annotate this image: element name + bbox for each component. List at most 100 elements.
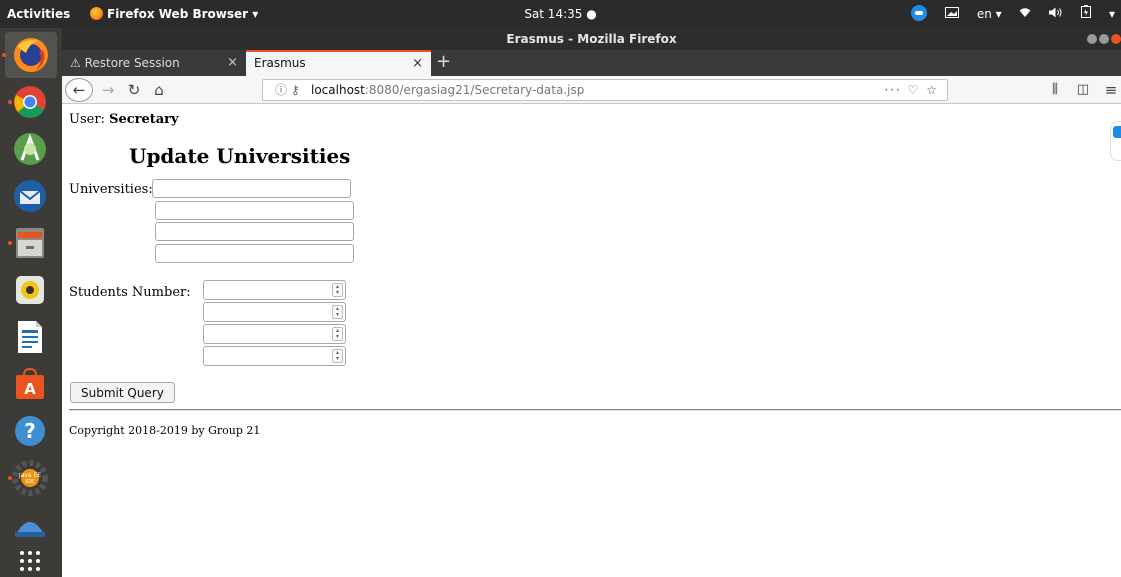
top-bar: Activities Firefox Web Browser ▾ Sat 14:…: [0, 0, 1121, 28]
svg-text:IDE: IDE: [25, 479, 35, 485]
dock-firefox[interactable]: [2, 32, 57, 78]
navigation-toolbar: ← → ↻ ⌂ ⓘ ⚷ localhost:8080/ergasiag21/Se…: [62, 76, 1121, 104]
dock-chrome[interactable]: [7, 79, 53, 125]
library-icon[interactable]: ⫼: [1045, 78, 1065, 102]
new-tab-button[interactable]: +: [436, 50, 451, 76]
show-apps-icon: [20, 551, 40, 571]
wifi-icon[interactable]: [1019, 0, 1031, 28]
url-path: :8080/ergasiag21/Secretary-data.jsp: [364, 83, 585, 97]
svg-text:Java EE: Java EE: [18, 472, 41, 479]
tab-restore-session[interactable]: ⚠ Restore Session ×: [62, 50, 246, 76]
app-menu-label: Firefox Web Browser ▾: [107, 7, 259, 21]
window-titlebar: Erasmus - Mozilla Firefox: [62, 28, 1121, 50]
students-number-input-3[interactable]: ▴ ▾: [203, 324, 346, 344]
forward-button[interactable]: →: [98, 78, 118, 102]
clock[interactable]: Sat 14:35 ●: [524, 7, 596, 21]
dock-software-center[interactable]: A: [7, 361, 53, 407]
info-icon[interactable]: ⓘ: [275, 83, 287, 97]
reload-button[interactable]: ↻: [124, 78, 144, 102]
java-ee-ide-icon: Java EE IDE: [12, 460, 48, 496]
firefox-mini-icon: [90, 7, 103, 20]
tab-label: Erasmus: [254, 56, 306, 70]
network-drive-icon: [15, 522, 45, 537]
firefox-icon: [14, 38, 48, 72]
url-text: localhost:8080/ergasiag21/Secretary-data…: [311, 80, 584, 100]
app-menu[interactable]: Firefox Web Browser ▾: [90, 0, 258, 28]
maximize-button[interactable]: [1099, 34, 1109, 44]
battery-icon[interactable]: [1081, 0, 1092, 28]
students-number-input-2[interactable]: ▴ ▾: [203, 302, 346, 322]
tab-label: Restore Session: [84, 56, 180, 70]
university-input-3[interactable]: [155, 222, 354, 241]
dock-java-ee-ide[interactable]: Java EE IDE: [7, 455, 53, 501]
dock-writer[interactable]: [7, 314, 53, 360]
display-icon[interactable]: [945, 0, 959, 28]
copyright-footer: Copyright 2018-2019 by Group 21: [69, 424, 261, 437]
university-input-4[interactable]: [155, 244, 354, 263]
writer-icon: [18, 321, 42, 353]
menu-arrow-icon[interactable]: ▾: [1109, 0, 1115, 28]
running-indicator: [8, 476, 12, 480]
running-indicator: [2, 53, 6, 57]
window-title: Erasmus - Mozilla Firefox: [506, 32, 677, 46]
language-indicator[interactable]: en ▾: [977, 0, 1002, 28]
university-input-1[interactable]: [152, 179, 351, 198]
warning-icon: ⚠: [70, 56, 81, 70]
help-icon: ?: [15, 416, 45, 446]
firefox-window: Erasmus - Mozilla Firefox ⚠ Restore Sess…: [62, 28, 1121, 577]
page-content: User: Secretary Update Universities Univ…: [62, 104, 1121, 577]
permissions-key-icon[interactable]: ⚷: [291, 83, 300, 97]
close-tab-button[interactable]: ×: [412, 52, 423, 75]
spinner-icon[interactable]: ▴ ▾: [332, 283, 343, 297]
hamburger-menu-icon[interactable]: ≡: [1101, 78, 1121, 102]
dock-files[interactable]: [7, 220, 53, 266]
dock-rhythmbox[interactable]: [7, 267, 53, 313]
rhythmbox-icon: [16, 276, 44, 304]
home-button[interactable]: ⌂: [148, 78, 170, 102]
user-name: Secretary: [109, 112, 179, 127]
chrome-icon: [14, 86, 46, 118]
user-label: User:: [69, 112, 105, 127]
files-icon: [16, 228, 44, 258]
dock-show-apps[interactable]: [7, 538, 53, 577]
dock-help[interactable]: ?: [7, 408, 53, 454]
running-indicator: [8, 100, 12, 104]
tab-erasmus[interactable]: Erasmus ×: [246, 50, 431, 76]
sidebar-icon[interactable]: ◫: [1073, 78, 1093, 102]
svg-text:?: ?: [24, 419, 36, 443]
spinner-icon[interactable]: ▴ ▾: [332, 327, 343, 341]
volume-icon[interactable]: [1049, 0, 1063, 28]
system-tray: en ▾ ▾: [904, 0, 1117, 28]
url-host: localhost: [311, 83, 365, 97]
close-tab-button[interactable]: ×: [227, 50, 238, 76]
teamviewer-side-icon: [1113, 126, 1121, 138]
teamviewer-icon[interactable]: [911, 5, 928, 21]
svg-text:A: A: [24, 380, 36, 398]
submit-query-button[interactable]: Submit Query: [70, 382, 175, 403]
university-input-2[interactable]: [155, 201, 354, 220]
thunderbird-icon: [14, 180, 46, 212]
software-center-icon: A: [16, 367, 44, 399]
horizontal-divider: [69, 409, 1121, 411]
minimize-button[interactable]: [1087, 34, 1097, 44]
activities-button[interactable]: Activities: [7, 0, 70, 28]
students-number-input-1[interactable]: ▴ ▾: [203, 280, 346, 300]
spinner-icon[interactable]: ▴ ▾: [332, 349, 343, 363]
page-title: Update Universities: [129, 144, 351, 168]
running-indicator: [8, 241, 12, 245]
spinner-icon[interactable]: ▴ ▾: [332, 305, 343, 319]
android-studio-icon: [14, 133, 46, 165]
dock-android-studio[interactable]: [7, 126, 53, 172]
students-number-input-4[interactable]: ▴ ▾: [203, 346, 346, 366]
students-number-label: Students Number:: [69, 285, 191, 300]
launcher-dock: A ? Java EE IDE: [0, 28, 62, 577]
side-extension-tab[interactable]: [1110, 121, 1121, 161]
universities-label: Universities:: [69, 182, 153, 197]
back-button[interactable]: ←: [65, 78, 93, 102]
page-actions[interactable]: ··· ♡ ☆: [884, 80, 939, 100]
tab-strip: ⚠ Restore Session × Erasmus × +: [62, 50, 1121, 76]
close-window-button[interactable]: [1111, 34, 1121, 44]
dock-thunderbird[interactable]: [7, 173, 53, 219]
user-line: User: Secretary: [69, 112, 179, 127]
url-bar[interactable]: ⓘ ⚷ localhost:8080/ergasiag21/Secretary-…: [262, 79, 948, 101]
